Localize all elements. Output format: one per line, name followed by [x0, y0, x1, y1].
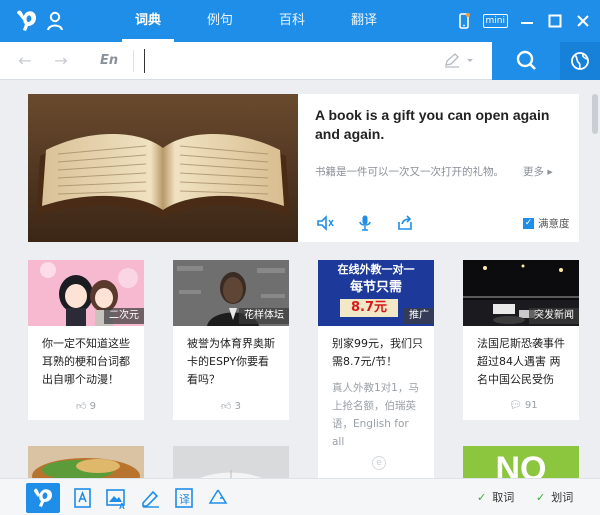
- tab-dictionary[interactable]: 词典: [112, 0, 184, 42]
- web-search-button[interactable]: [560, 42, 600, 80]
- banner-line-2: 每节只需: [349, 280, 402, 295]
- close-icon[interactable]: [574, 12, 592, 30]
- article-card[interactable]: 突发新闻 法国尼斯恐袭事件超过84人遇害 两名中国公民受伤 💬︎ 91: [463, 260, 579, 420]
- article-card[interactable]: [28, 446, 144, 478]
- maximize-icon[interactable]: [546, 12, 564, 30]
- handwriting-dropdown[interactable]: [443, 52, 483, 70]
- daily-sentence-card[interactable]: A book is a gift you can open again and …: [28, 94, 579, 242]
- category-tag: 花样体坛: [239, 308, 289, 324]
- writing-icon[interactable]: [139, 486, 163, 510]
- no-thumbnail-image: NO: [463, 446, 579, 478]
- speaker-icon[interactable]: [315, 214, 335, 232]
- daily-sentence-english: A book is a gift you can open again and …: [315, 107, 550, 142]
- article-card[interactable]: [173, 446, 289, 478]
- comment-icon: 💬︎: [509, 400, 522, 411]
- more-link[interactable]: 更多 ▸: [523, 164, 553, 179]
- word-capture-label: 取词: [492, 491, 515, 504]
- mobile-icon[interactable]: [455, 12, 473, 30]
- like-count: 👍︎ 9: [76, 400, 96, 412]
- youdao-logo-icon[interactable]: [14, 9, 40, 33]
- translate-doc-icon[interactable]: 译: [172, 486, 196, 510]
- thumbs-up-icon: 👍︎: [221, 401, 232, 412]
- recycle-icon[interactable]: [206, 486, 230, 510]
- forward-arrow-icon[interactable]: →: [52, 52, 70, 70]
- card-title: 你一定不知道这些耳熟的梗和台词都出自哪个动漫！: [42, 337, 130, 386]
- card-description: 真人外教1对1，马上抢名额，伯瑞英语，English for all: [332, 382, 419, 448]
- word-capture-toggle[interactable]: ✓ 取词: [477, 489, 514, 505]
- main-tabs: 词典 例句 百科 翻译: [112, 0, 400, 42]
- user-icon[interactable]: [46, 11, 64, 31]
- article-card[interactable]: 花样体坛 被誉为体育界奥斯卡的ESPY你要看看吗？ 👍︎ 3: [173, 260, 289, 420]
- satisfaction-label: 满意度: [538, 218, 570, 230]
- pen-icon: [445, 53, 459, 68]
- like-count: 👍︎ 3: [221, 400, 241, 412]
- comment-count-value: 91: [524, 400, 538, 411]
- scrollbar-thumb[interactable]: [592, 94, 598, 134]
- youdao-home-icon: [34, 488, 52, 507]
- language-switch[interactable]: En: [92, 50, 134, 72]
- check-icon: ✓: [536, 490, 546, 504]
- svg-text:A: A: [119, 502, 125, 510]
- globe-icon: [571, 52, 589, 70]
- sentence-actions: [315, 214, 415, 232]
- category-tag: 二次元: [104, 308, 144, 324]
- check-icon: ✓: [477, 490, 487, 504]
- book-thumbnail-image: [173, 446, 289, 478]
- window-controls: mini: [455, 12, 592, 30]
- select-translate-label: 划词: [551, 491, 574, 504]
- home-button[interactable]: [26, 483, 60, 513]
- tab-examples[interactable]: 例句: [184, 0, 256, 42]
- food-thumbnail-image: [28, 446, 144, 478]
- chevron-right-icon: ▸: [547, 166, 553, 178]
- card-title: 法国尼斯恐袭事件超过84人遇害 两名中国公民受伤: [477, 337, 565, 386]
- more-label: 更多: [523, 166, 544, 178]
- select-translate-toggle[interactable]: ✓ 划词: [536, 489, 573, 505]
- card-title: 别家99元，我们只需8.7元/节！: [332, 337, 423, 368]
- search-icon: [516, 50, 536, 70]
- tab-translate[interactable]: 翻译: [328, 0, 400, 42]
- mini-mode-button[interactable]: mini: [482, 14, 508, 28]
- article-card[interactable]: 二次元 你一定不知道这些耳熟的梗和台词都出自哪个动漫！ 👍︎ 9: [28, 260, 144, 420]
- share-icon[interactable]: [395, 214, 415, 232]
- search-input[interactable]: [144, 49, 424, 73]
- microphone-icon[interactable]: [355, 214, 375, 232]
- title-bar: 词典 例句 百科 翻译 mini: [0, 0, 600, 42]
- minimize-icon[interactable]: [518, 12, 536, 30]
- checkbox-checked-icon: ✓: [523, 218, 534, 229]
- vertical-scrollbar[interactable]: [590, 82, 600, 478]
- like-count-value: 3: [234, 401, 242, 412]
- banner-line-1: 在线外教一对一: [337, 263, 415, 276]
- comment-count: 💬︎ 91: [509, 400, 538, 411]
- promotion-card[interactable]: 在线外教一对一 每节只需 8.7元 推广 别家99元，我们只需8.7元/节！ 真…: [318, 260, 434, 478]
- search-bar: ← → En: [0, 42, 600, 80]
- tab-encyclopedia[interactable]: 百科: [256, 0, 328, 42]
- svg-text:NO: NO: [496, 450, 547, 478]
- card-title: 被誉为体育界奥斯卡的ESPY你要看看吗？: [187, 337, 275, 386]
- back-arrow-icon[interactable]: ←: [16, 52, 34, 70]
- content-area: A book is a gift you can open again and …: [10, 82, 590, 478]
- daily-sentence-chinese: 书籍是一件可以一次又一次打开的礼物。: [315, 166, 504, 178]
- search-button[interactable]: [492, 42, 560, 80]
- open-book-image: [28, 94, 298, 242]
- category-tag: 突发新闻: [529, 308, 579, 324]
- category-tag: 推广: [404, 308, 434, 324]
- banner-price: 8.7元: [340, 299, 398, 317]
- dropdown-caret-icon: [467, 59, 474, 62]
- svg-text:译: 译: [179, 493, 190, 506]
- article-card[interactable]: NO: [463, 446, 579, 478]
- bottom-toolbar: A 译 ✓ 取词 ✓ 划词: [0, 478, 600, 515]
- ad-logo-icon: e: [372, 456, 386, 470]
- wordbook-icon[interactable]: [71, 486, 95, 510]
- satisfaction-checkbox[interactable]: ✓ 满意度: [523, 216, 570, 231]
- image-translate-icon[interactable]: A: [104, 486, 128, 510]
- like-count-value: 9: [89, 401, 97, 412]
- thumbs-up-icon: 👍︎: [76, 401, 87, 412]
